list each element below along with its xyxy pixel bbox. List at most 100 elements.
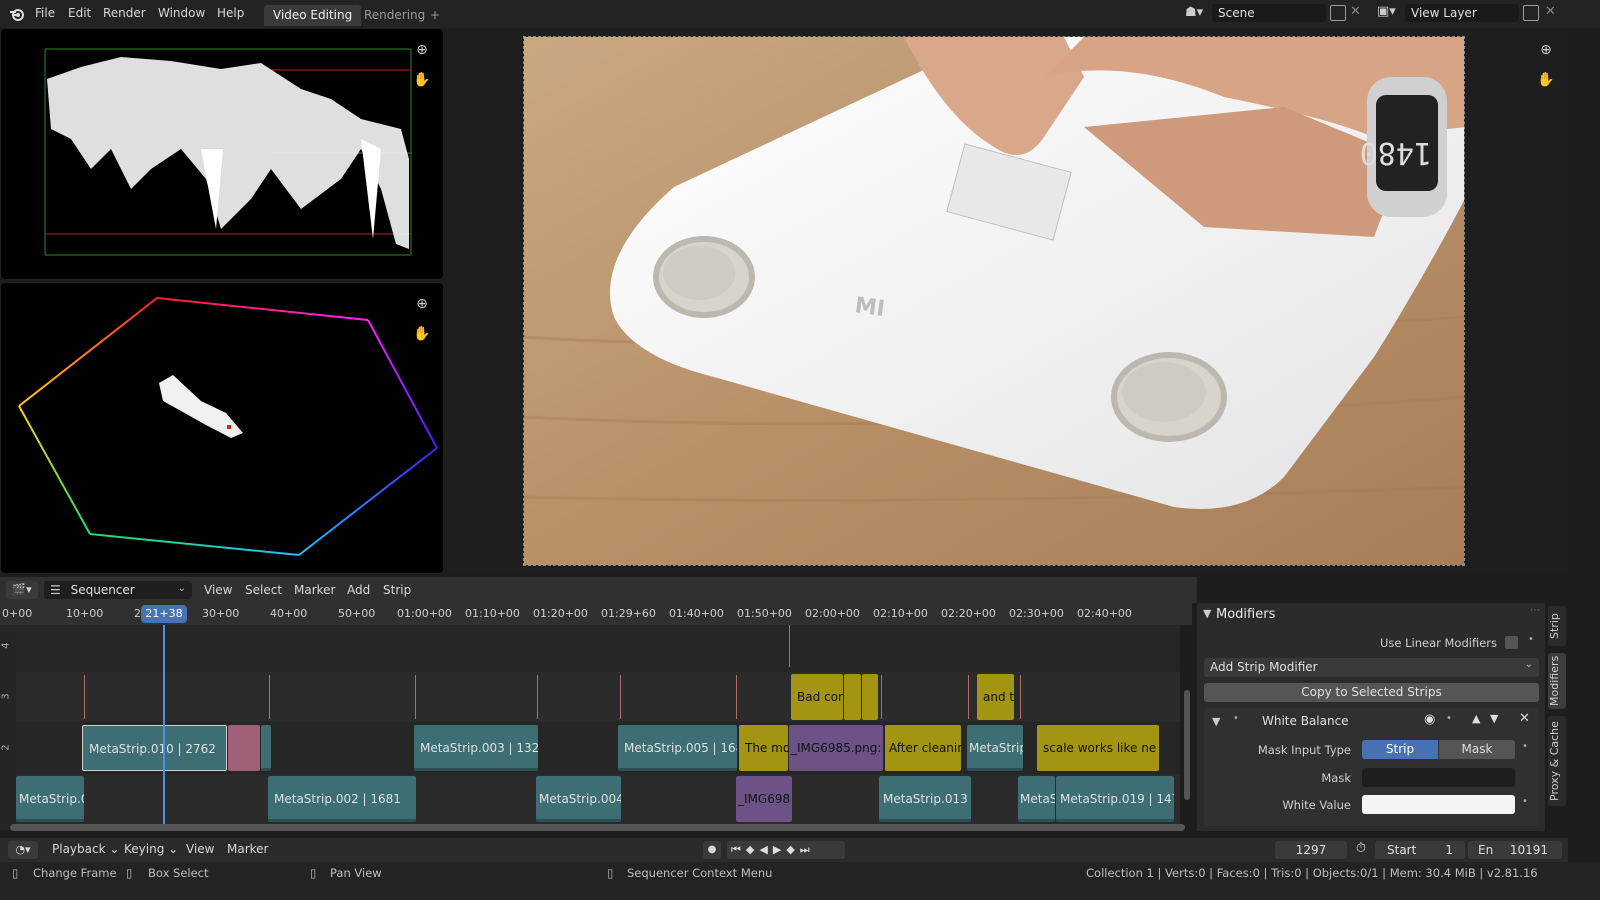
seq-menu-select[interactable]: Select: [245, 583, 282, 597]
text-strip[interactable]: Bad con: [791, 674, 843, 720]
mask-input-strip-option[interactable]: Strip: [1362, 740, 1438, 759]
meta-strip[interactable]: MetaStrip: [967, 725, 1023, 771]
meta-strip[interactable]: MetaStrip.003 | 1321: [414, 725, 538, 771]
image-strip[interactable]: _IMG6985.png:: [789, 725, 883, 771]
zoom-icon[interactable]: ⊕: [1537, 41, 1555, 59]
menu-render[interactable]: Render: [103, 6, 146, 20]
menu-window[interactable]: Window: [158, 6, 205, 20]
time-ruler[interactable]: 0+00 10+00 2 30+00 40+00 50+00 01:00+00 …: [0, 603, 1192, 625]
text-strip[interactable]: and tr: [977, 674, 1014, 720]
timeline-marker-menu[interactable]: Marker: [227, 842, 268, 856]
mask-field[interactable]: [1362, 768, 1515, 787]
tab-rendering[interactable]: Rendering: [355, 5, 434, 26]
next-keyframe-icon[interactable]: ◆: [786, 843, 799, 856]
text-strip[interactable]: scale works like ne: [1037, 725, 1159, 771]
view-type-dropdown[interactable]: ☰ Sequencer ⌄: [44, 581, 192, 599]
meta-strip[interactable]: MetaStrip.019 | 147: [1056, 776, 1174, 822]
preview-range-icon[interactable]: ⏱: [1352, 841, 1370, 859]
effect-strip[interactable]: [228, 725, 260, 771]
view-layer-selector[interactable]: View Layer: [1405, 4, 1519, 22]
pan-hand-icon[interactable]: ✋: [1537, 71, 1555, 89]
meta-strip[interactable]: MetaStrip.002 | 1681: [268, 776, 416, 822]
end-frame-field[interactable]: En 10191: [1468, 841, 1562, 859]
text-strip[interactable]: [862, 674, 878, 720]
zoom-icon[interactable]: ⊕: [413, 41, 431, 59]
dot-icon[interactable]: •: [1446, 713, 1452, 724]
preview-area[interactable]: MI 1480 ⊕ ✋: [447, 29, 1568, 574]
seq-menu-view[interactable]: View: [204, 583, 232, 597]
play-reverse-icon[interactable]: ◀: [759, 843, 772, 856]
jump-start-icon[interactable]: ⏮: [731, 843, 746, 856]
record-icon[interactable]: ●: [703, 841, 721, 859]
meta-strip[interactable]: MetaStrip.0: [16, 776, 84, 822]
playback-menu[interactable]: Playback ⌄: [52, 842, 119, 856]
menu-file[interactable]: File: [35, 6, 55, 20]
horizontal-scrollbar[interactable]: [10, 824, 1185, 831]
expand-icon[interactable]: ▼: [1212, 715, 1220, 728]
seq-menu-add[interactable]: Add: [347, 583, 370, 597]
text-strip[interactable]: [844, 674, 861, 720]
seq-menu-marker[interactable]: Marker: [294, 583, 335, 597]
collapse-icon[interactable]: ▼: [1203, 607, 1211, 620]
delete-view-layer-icon[interactable]: ✕: [1545, 4, 1556, 19]
drag-dot-icon[interactable]: •: [1233, 713, 1239, 724]
pan-hand-icon[interactable]: ✋: [413, 325, 431, 343]
add-workspace-button[interactable]: +: [426, 5, 444, 26]
jump-end-icon[interactable]: ⏭: [800, 843, 815, 856]
current-frame-field[interactable]: 1297: [1275, 841, 1347, 859]
tab-modifiers[interactable]: Modifiers: [1548, 653, 1566, 709]
delete-scene-icon[interactable]: ✕: [1350, 4, 1361, 19]
close-icon[interactable]: ✕: [1519, 711, 1530, 726]
use-linear-label: Use Linear Modifiers: [1379, 636, 1497, 650]
view-layer-icon[interactable]: ▣▾: [1377, 4, 1401, 22]
white-value-color[interactable]: [1362, 795, 1515, 814]
move-up-icon[interactable]: ▲: [1472, 712, 1480, 725]
meta-strip[interactable]: MetaStrip.004: [536, 776, 621, 822]
waveform-scope-panel[interactable]: ⊕ ✋: [1, 29, 443, 279]
meta-strip[interactable]: [261, 725, 271, 771]
blender-logo-icon[interactable]: [8, 5, 26, 23]
add-strip-modifier-dropdown[interactable]: Add Strip Modifier ⌄: [1204, 658, 1539, 677]
zoom-icon[interactable]: ⊕: [413, 295, 431, 313]
meta-strip[interactable]: MetaStrip.005 | 168: [618, 725, 737, 771]
menu-help[interactable]: Help: [217, 6, 244, 20]
start-frame-field[interactable]: Start 1: [1375, 841, 1465, 859]
scene-icon[interactable]: ☗▾: [1185, 5, 1209, 23]
editor-type-icon[interactable]: 🎬▾: [6, 581, 38, 599]
vertical-scrollbar[interactable]: [1184, 690, 1190, 800]
meta-strip[interactable]: MetaStrip.013 |: [879, 776, 971, 822]
timeline-editor-icon[interactable]: ◔▾: [8, 841, 38, 859]
timeline-view-menu[interactable]: View: [186, 842, 214, 856]
copy-to-selected-button[interactable]: Copy to Selected Strips: [1204, 683, 1539, 702]
menu-edit[interactable]: Edit: [68, 6, 91, 20]
new-view-layer-icon[interactable]: [1523, 5, 1539, 21]
keyframe-dot-icon[interactable]: •: [1522, 796, 1528, 807]
play-icon[interactable]: ▶: [773, 843, 786, 856]
use-linear-checkbox[interactable]: [1505, 636, 1518, 649]
sequencer-tracks[interactable]: 4 3 2 Bad con and tr MetaStrip.010 | 276…: [0, 625, 1180, 830]
seq-menu-strip[interactable]: Strip: [383, 583, 411, 597]
image-strip[interactable]: _IMG698: [736, 776, 792, 822]
playback-controls[interactable]: ⏮◆◀▶◆⏭: [727, 841, 845, 859]
text-strip[interactable]: The mo: [739, 725, 788, 771]
move-down-icon[interactable]: ▼: [1490, 712, 1498, 725]
keyframe-dot-icon[interactable]: •: [1528, 634, 1534, 645]
tab-strip[interactable]: Strip: [1548, 606, 1566, 646]
tab-proxy-cache[interactable]: Proxy & Cache: [1548, 716, 1566, 806]
vectorscope-panel[interactable]: ⊕ ✋: [1, 283, 443, 573]
drag-handle-icon[interactable]: ⋯: [1530, 605, 1540, 616]
mask-input-mask-option[interactable]: Mask: [1439, 740, 1515, 759]
new-scene-icon[interactable]: [1330, 5, 1346, 21]
keying-menu[interactable]: Keying ⌄: [124, 842, 178, 856]
text-strip[interactable]: After cleanin: [885, 725, 961, 771]
meta-strip[interactable]: MetaS: [1018, 776, 1055, 822]
eye-icon[interactable]: ◉: [1424, 712, 1435, 727]
current-frame-indicator[interactable]: 21+38: [141, 605, 187, 623]
playhead[interactable]: [163, 625, 165, 830]
keyframe-dot-icon[interactable]: •: [1522, 741, 1528, 752]
prev-keyframe-icon[interactable]: ◆: [746, 843, 759, 856]
scene-selector[interactable]: Scene: [1212, 4, 1326, 22]
pan-hand-icon[interactable]: ✋: [413, 71, 431, 89]
meta-strip-selected[interactable]: MetaStrip.010 | 2762: [82, 725, 227, 771]
tab-video-editing[interactable]: Video Editing: [264, 5, 362, 26]
